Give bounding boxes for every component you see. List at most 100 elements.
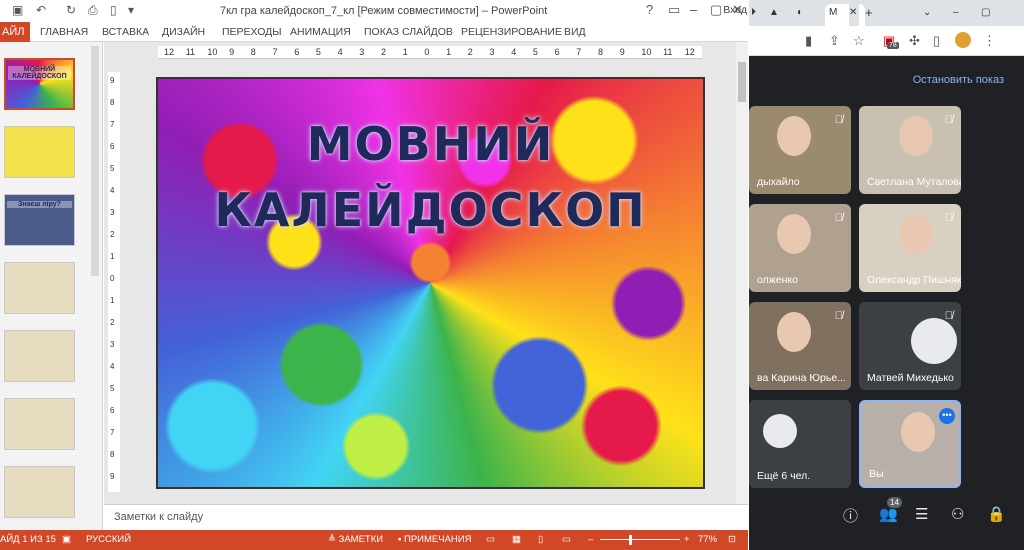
participant-tile[interactable]: дыхайло 🎙̸ [749, 106, 851, 194]
window-minimize-icon[interactable]: – [953, 4, 965, 26]
tab-icon-3[interactable]: ◐ [797, 4, 823, 26]
participant-tile[interactable]: ва Карина Юрье... 🎙̸ [749, 302, 851, 390]
tab-file[interactable]: АЙЛ [0, 22, 30, 42]
ruler-tick: 4 [337, 47, 343, 57]
sidepanel-icon[interactable]: ▯ [933, 33, 940, 49]
tab-transitions[interactable]: ПЕРЕХОДЫ [222, 26, 282, 38]
tab-meet[interactable]: М [825, 4, 865, 26]
slide-counter: АЙД 1 ИЗ 15 [0, 534, 56, 545]
undo-icon[interactable]: ↶ [36, 3, 46, 17]
more-options-icon[interactable]: ••• [939, 408, 955, 424]
ruler-tick: 6 [294, 47, 300, 57]
zoom-in-button[interactable]: + [684, 534, 690, 545]
tab-view[interactable]: ВИД [564, 26, 586, 38]
extensions-puzzle-icon[interactable]: ✣ [909, 33, 920, 49]
tab-slideshow[interactable]: ПОКАЗ СЛАЙДОВ [364, 26, 453, 38]
tab-icon-1[interactable]: ⏵ [751, 4, 765, 26]
slideshow-view-icon[interactable]: ▭ [562, 534, 571, 545]
tab-search-icon[interactable]: ⌄ [923, 4, 937, 26]
help-button[interactable]: ? [646, 2, 653, 17]
ruler-tick: 5 [315, 47, 321, 57]
participant-tile[interactable]: Матвей Михедько 🎙̸ [859, 302, 961, 390]
slide-thumbnails-panel: МОВНИЙ КАЛЕЙДОСКОП Знаєш ліру? [0, 42, 103, 530]
share-icon[interactable]: ⇪ [829, 33, 840, 49]
redo-icon[interactable]: ↻ [66, 3, 76, 17]
participant-name: олженко [757, 274, 798, 286]
participant-tile[interactable]: Вы ••• [859, 400, 961, 488]
slide-thumbnail[interactable]: МОВНИЙ КАЛЕЙДОСКОП [4, 58, 75, 110]
activities-icon[interactable]: ⚇ [951, 505, 964, 523]
fit-slide-icon[interactable]: ⊡ [728, 534, 736, 545]
reading-view-icon[interactable]: ▯ [538, 534, 543, 545]
zoom-slider-thumb[interactable] [629, 535, 632, 545]
camera-icon[interactable]: ▮ [805, 33, 812, 49]
window-title: 7кл гра калейдоскоп_7_кл [Режим совмести… [220, 5, 548, 17]
sign-in-link[interactable]: Вход [723, 4, 747, 16]
host-controls-icon[interactable]: 🔒 [987, 505, 1006, 523]
spellcheck-icon[interactable]: ▣ [62, 534, 71, 545]
customize-icon[interactable]: ▾ [128, 3, 134, 17]
notes-pane[interactable]: Заметки к слайду [104, 504, 748, 530]
slide-thumbnail[interactable] [4, 126, 75, 178]
new-tab-icon[interactable]: + [865, 4, 877, 26]
comments-toggle[interactable]: ▪ ПРИМЕЧАНИЯ [398, 534, 471, 545]
chat-icon[interactable]: ☰ [915, 505, 928, 523]
ruler-tick: 10 [207, 47, 218, 57]
ruler-tick: 4 [511, 47, 517, 57]
ruler-tick: 6 [110, 142, 115, 151]
participant-count-badge: 14 [887, 497, 902, 508]
tab-animation[interactable]: АНИМАЦИЯ [290, 26, 351, 38]
participant-tile[interactable]: Ещё 6 чел. [749, 400, 851, 488]
window-maximize-icon[interactable]: ▢ [981, 4, 993, 26]
preview-icon[interactable]: ⎙ [88, 3, 98, 18]
sorter-view-icon[interactable]: ▦ [512, 534, 521, 545]
menu-icon[interactable]: ⋮ [983, 33, 996, 49]
ruler-tick: 10 [641, 47, 652, 57]
slide-thumbnail[interactable] [4, 262, 75, 314]
bookmark-star-icon[interactable]: ☆ [853, 33, 865, 49]
thumbnails-scrollbar[interactable] [91, 46, 99, 276]
zoom-slider[interactable] [600, 539, 680, 540]
normal-view-icon[interactable]: ▭ [486, 534, 495, 545]
new-file-icon[interactable]: ▯ [110, 3, 117, 17]
tab-icon-2[interactable]: ▲ [769, 4, 793, 26]
thumbnail-caption: Знаєш ліру? [7, 201, 72, 208]
profile-avatar[interactable] [955, 32, 971, 48]
minimize-button[interactable]: – [690, 2, 697, 17]
slide-thumbnail[interactable] [4, 466, 75, 518]
zoom-out-button[interactable]: – [588, 534, 593, 545]
ruler-tick: 3 [110, 208, 115, 217]
participant-tile[interactable]: Светлана Муталова 🎙̸ [859, 106, 961, 194]
browser-tabstrip: ⏵ ▲ ◐ М ✕ + ⌄ – ▢ [749, 0, 1024, 26]
slide-title-line1[interactable]: МОВНИЙ [158, 117, 703, 171]
notes-placeholder[interactable]: Заметки к слайду [114, 511, 203, 523]
ruler-tick: 5 [110, 164, 115, 173]
slide-thumbnail[interactable]: Знаєш ліру? [4, 194, 75, 246]
ruler-tick: 9 [619, 47, 625, 57]
zoom-level[interactable]: 77% [698, 534, 717, 545]
tab-review[interactable]: РЕЦЕНЗИРОВАНИЕ [461, 26, 562, 38]
stop-sharing-button[interactable]: Остановить показ [913, 74, 1004, 86]
info-icon[interactable]: ⓘ [843, 505, 858, 526]
notes-toggle[interactable]: ≜ ЗАМЕТКИ [328, 534, 383, 545]
slide-thumbnail[interactable] [4, 398, 75, 450]
slide-scrollbar[interactable] [736, 42, 748, 504]
tab-home[interactable]: ГЛАВНАЯ [40, 26, 88, 38]
slide-title-line2[interactable]: КАЛЕЙДОСКОП [158, 183, 703, 237]
maximize-button[interactable]: ▢ [710, 2, 722, 18]
participant-tile[interactable]: Олександр Пишняков 🎙̸ [859, 204, 961, 292]
slide-thumbnail[interactable] [4, 330, 75, 382]
tab-insert[interactable]: ВСТАВКА [102, 26, 149, 38]
tab-design[interactable]: ДИЗАЙН [162, 26, 205, 38]
participant-video [777, 214, 811, 254]
participant-tile[interactable]: олженко 🎙̸ [749, 204, 851, 292]
ruler-tick: 8 [110, 98, 115, 107]
save-icon[interactable]: ▣ [12, 3, 23, 17]
scrollbar-thumb[interactable] [738, 62, 746, 102]
ribbon-display-button[interactable]: ▭ [668, 2, 680, 18]
thumbnail-caption: МОВНИЙ КАЛЕЙДОСКОП [8, 66, 71, 80]
tab-meet-label: М [829, 7, 838, 18]
tab-close-icon[interactable]: ✕ [849, 4, 859, 26]
language-indicator[interactable]: РУССКИЙ [86, 534, 131, 545]
current-slide[interactable]: МОВНИЙ КАЛЕЙДОСКОП [156, 77, 705, 489]
